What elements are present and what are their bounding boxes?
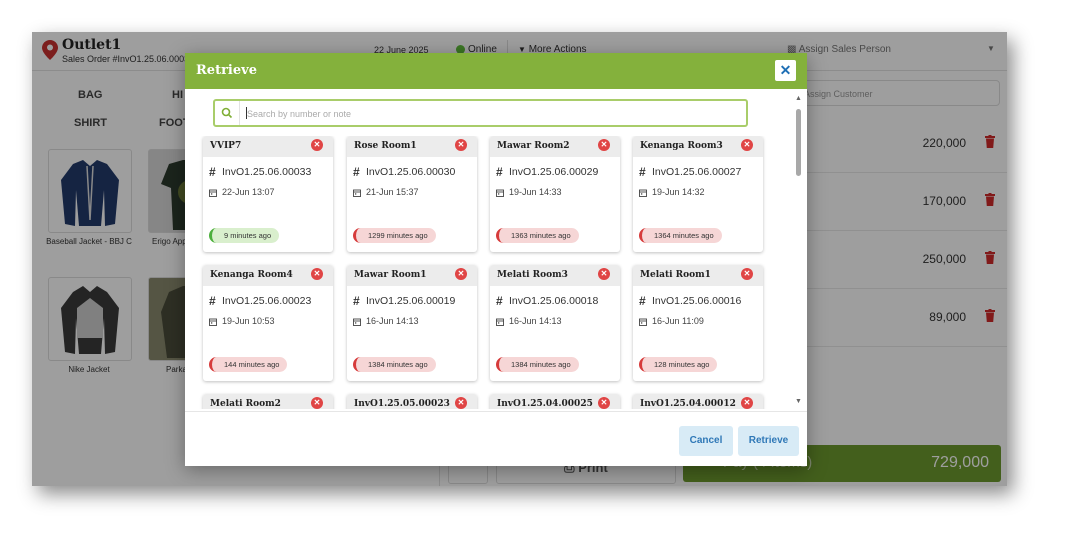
search-icon-box [215, 101, 240, 125]
calendar-icon [639, 189, 647, 197]
retrieve-card[interactable]: Kenanga Room4 ✕ # InvO1.25.06.00023 19-J… [203, 265, 333, 381]
card-invoice: InvO1.25.06.00016 [652, 295, 742, 307]
elapsed-badge: 1299 minutes ago [353, 228, 436, 243]
card-date: 16-Jun 14:13 [366, 316, 419, 326]
cancel-button[interactable]: Cancel [679, 426, 733, 456]
elapsed-badge: 1363 minutes ago [496, 228, 579, 243]
close-icon: ✕ [779, 62, 792, 78]
hash-icon: # [353, 294, 360, 308]
calendar-icon [353, 189, 361, 197]
card-date: 21-Jun 15:37 [366, 187, 419, 197]
card-date: 22-Jun 13:07 [222, 187, 275, 197]
card-title: Melati Room2 [210, 399, 281, 409]
delete-icon[interactable]: ✕ [741, 139, 753, 151]
card-invoice: InvO1.25.06.00018 [509, 295, 599, 307]
hash-icon: # [496, 165, 503, 179]
hash-icon: # [209, 294, 216, 308]
delete-icon[interactable]: ✕ [311, 397, 323, 409]
calendar-icon [353, 318, 361, 326]
card-invoice: InvO1.25.06.00019 [366, 295, 456, 307]
card-date: 16-Jun 11:09 [652, 316, 704, 326]
scroll-down-icon[interactable]: ▼ [795, 398, 802, 405]
scrollbar[interactable]: ▲ ▼ [793, 95, 805, 410]
modal-title: Retrieve [196, 63, 257, 78]
card-date: 19-Jun 14:33 [509, 187, 562, 197]
delete-icon[interactable]: ✕ [598, 268, 610, 280]
card-title: Kenanga Room4 [210, 270, 293, 280]
card-title: Melati Room1 [640, 270, 711, 280]
card-title: Mawar Room2 [497, 141, 570, 151]
search-box[interactable] [213, 99, 748, 127]
elapsed-badge: 128 minutes ago [639, 357, 718, 372]
elapsed-badge: 1384 minutes ago [353, 357, 436, 372]
card-title: Mawar Room1 [354, 270, 427, 280]
retrieve-modal: Retrieve ✕ VVIP7 ✕ # InvO1.25.06.00033 [185, 53, 807, 466]
card-title: VVIP7 [210, 141, 242, 151]
card-invoice: InvO1.25.06.00030 [366, 166, 456, 178]
retrieve-card[interactable]: Rose Room1 ✕ # InvO1.25.06.00030 21-Jun … [347, 136, 477, 252]
delete-icon[interactable]: ✕ [455, 268, 467, 280]
card-date: 19-Jun 14:32 [652, 187, 705, 197]
retrieve-card[interactable]: Melati Room3 ✕ # InvO1.25.06.00018 16-Ju… [490, 265, 620, 381]
delete-icon[interactable]: ✕ [598, 397, 610, 409]
card-invoice: InvO1.25.06.00029 [509, 166, 599, 178]
delete-icon[interactable]: ✕ [455, 139, 467, 151]
calendar-icon [209, 189, 217, 197]
retrieve-card[interactable]: Kenanga Room3 ✕ # InvO1.25.06.00027 19-J… [633, 136, 763, 252]
app-screenshot: Outlet1 Sales Order #InvO1.25.06.0003 22… [32, 32, 1007, 486]
calendar-icon [496, 189, 504, 197]
card-title: Rose Room1 [354, 141, 417, 151]
delete-icon[interactable]: ✕ [741, 268, 753, 280]
card-invoice: InvO1.25.06.00023 [222, 295, 312, 307]
delete-icon[interactable]: ✕ [311, 139, 323, 151]
retrieve-cards-grid: VVIP7 ✕ # InvO1.25.06.00033 22-Jun 13:07… [185, 136, 791, 409]
hash-icon: # [353, 165, 360, 179]
scroll-up-icon[interactable]: ▲ [795, 95, 802, 102]
retrieve-card[interactable]: Melati Room1 ✕ # InvO1.25.06.00016 16-Ju… [633, 265, 763, 381]
delete-icon[interactable]: ✕ [598, 139, 610, 151]
retrieve-button[interactable]: Retrieve [738, 426, 799, 456]
retrieve-card[interactable]: Melati Room2 ✕ [203, 394, 333, 409]
retrieve-card[interactable]: Mawar Room2 ✕ # InvO1.25.06.00029 19-Jun… [490, 136, 620, 252]
elapsed-badge: 9 minutes ago [209, 228, 280, 243]
card-date: 16-Jun 14:13 [509, 316, 562, 326]
hash-icon: # [639, 294, 646, 308]
card-invoice: InvO1.25.06.00027 [652, 166, 742, 178]
calendar-icon [639, 318, 647, 326]
retrieve-card[interactable]: Mawar Room1 ✕ # InvO1.25.06.00019 16-Jun… [347, 265, 477, 381]
card-title: InvO1.25.05.00023 [354, 399, 450, 409]
hash-icon: # [496, 294, 503, 308]
delete-icon[interactable]: ✕ [455, 397, 467, 409]
delete-icon[interactable]: ✕ [741, 397, 753, 409]
delete-icon[interactable]: ✕ [311, 268, 323, 280]
card-title: InvO1.25.04.00025 [497, 399, 593, 409]
retrieve-card[interactable]: InvO1.25.05.00023 ✕ [347, 394, 477, 409]
card-title: Melati Room3 [497, 270, 568, 280]
retrieve-card[interactable]: InvO1.25.04.00012 ✕ [633, 394, 763, 409]
hash-icon: # [209, 165, 216, 179]
retrieve-card[interactable]: InvO1.25.04.00025 ✕ [490, 394, 620, 409]
retrieve-card[interactable]: VVIP7 ✕ # InvO1.25.06.00033 22-Jun 13:07… [203, 136, 333, 252]
text-cursor [246, 107, 247, 119]
modal-footer: Cancel Retrieve [185, 411, 807, 466]
card-date: 19-Jun 10:53 [222, 316, 275, 326]
card-title: Kenanga Room3 [640, 141, 723, 151]
elapsed-badge: 1364 minutes ago [639, 228, 722, 243]
hash-icon: # [639, 165, 646, 179]
calendar-icon [496, 318, 504, 326]
elapsed-badge: 1384 minutes ago [496, 357, 579, 372]
card-invoice: InvO1.25.06.00033 [222, 166, 312, 178]
scrollbar-thumb[interactable] [796, 109, 801, 176]
elapsed-badge: 144 minutes ago [209, 357, 288, 372]
card-title: InvO1.25.04.00012 [640, 399, 736, 409]
search-input[interactable] [245, 104, 739, 124]
close-button[interactable]: ✕ [775, 60, 796, 81]
search-icon [221, 107, 233, 119]
modal-header: Retrieve ✕ [185, 53, 807, 89]
calendar-icon [209, 318, 217, 326]
